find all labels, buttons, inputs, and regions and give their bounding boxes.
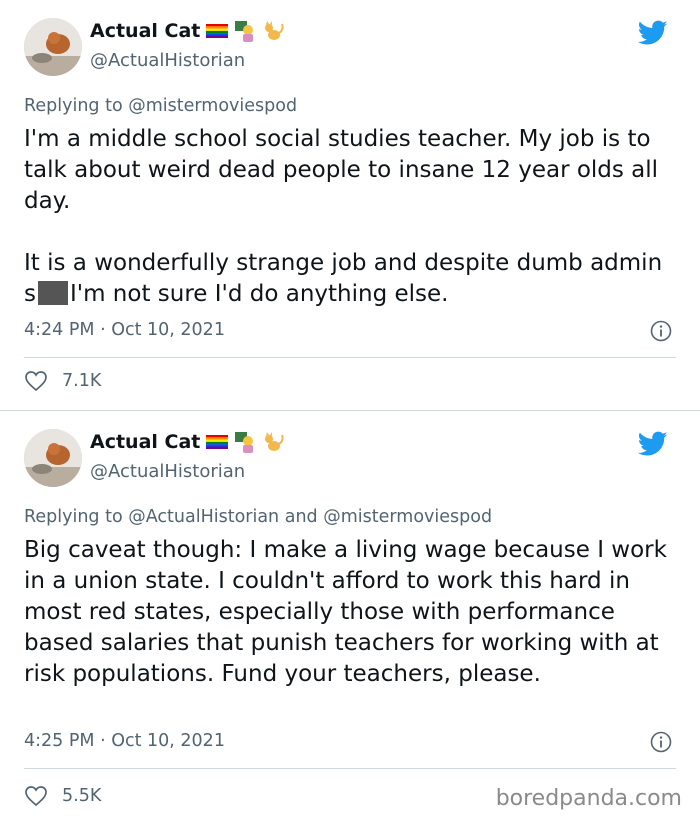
like-action[interactable]: 7.1K <box>24 370 101 392</box>
display-name[interactable]: Actual Cat <box>90 431 200 453</box>
separator <box>24 357 676 358</box>
rainbow-flag-icon <box>206 435 229 449</box>
like-action[interactable]: 5.5K <box>24 785 101 807</box>
like-count: 5.5K <box>62 786 102 806</box>
timestamp[interactable]: 4:25 PM · Oct 10, 2021 <box>24 731 225 751</box>
like-count: 7.1K <box>62 371 102 391</box>
tweet-text: I'm a middle school social studies teach… <box>24 124 680 310</box>
replying-to: Replying to @ActualHistorian and @mister… <box>24 507 492 527</box>
timestamp[interactable]: 4:24 PM · Oct 10, 2021 <box>24 320 225 340</box>
teacher-emoji-icon <box>235 432 254 453</box>
cat-emoji-icon <box>265 432 284 451</box>
replying-label: Replying to <box>24 507 123 527</box>
mention-link[interactable]: @mistermoviespod <box>128 96 297 116</box>
handle[interactable]: @ActualHistorian <box>90 50 245 71</box>
rainbow-flag-icon <box>206 24 229 38</box>
handle[interactable]: @ActualHistorian <box>90 461 245 482</box>
avatar[interactable] <box>24 429 82 487</box>
tweet-card-2: Actual Cat @ActualHistorian Replying to … <box>0 411 700 821</box>
replying-label: Replying to <box>24 96 123 116</box>
info-icon[interactable] <box>650 320 672 342</box>
display-name[interactable]: Actual Cat <box>90 20 200 42</box>
mention-link[interactable]: @mistermoviespod <box>323 507 492 527</box>
heart-icon[interactable] <box>24 785 48 807</box>
watermark: boredpanda.com <box>495 786 682 811</box>
twitter-bird-icon[interactable] <box>638 431 668 457</box>
avatar[interactable] <box>24 18 82 76</box>
tweet-card-1: Actual Cat @ActualHistorian Replying to … <box>0 0 700 410</box>
tweet-header: Actual Cat @ActualHistorian <box>24 18 676 82</box>
tweet-text-part2: I'm not sure I'd do anything else. <box>69 281 449 307</box>
redaction-box <box>37 281 68 305</box>
tweet-header: Actual Cat @ActualHistorian <box>24 429 676 493</box>
replying-and: and <box>284 507 318 527</box>
twitter-bird-icon[interactable] <box>638 20 668 46</box>
tweet-text-part1: I'm a middle school social studies teach… <box>24 126 663 307</box>
heart-icon[interactable] <box>24 370 48 392</box>
replying-to: Replying to @mistermoviespod <box>24 96 297 116</box>
mention-link[interactable]: @ActualHistorian <box>128 507 279 527</box>
tweet-text: Big caveat though: I make a living wage … <box>24 537 675 687</box>
info-icon[interactable] <box>650 731 672 753</box>
separator <box>24 768 676 769</box>
teacher-emoji-icon <box>235 21 254 42</box>
cat-emoji-icon <box>265 21 284 40</box>
